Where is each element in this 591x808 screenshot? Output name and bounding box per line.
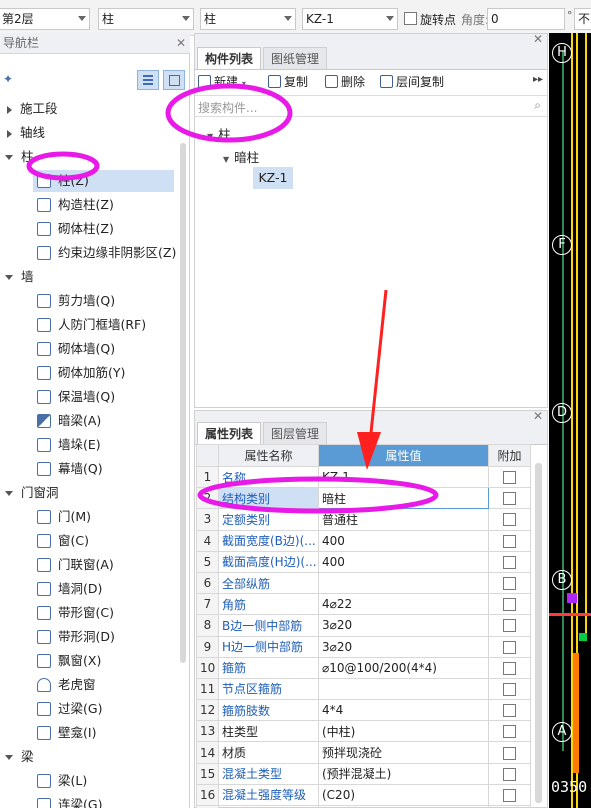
- annotation-arrow-head: [357, 432, 381, 470]
- annotation-overlay: [26, 83, 439, 514]
- annotation-ellipse-structure: [197, 476, 439, 514]
- annotation-arrow-shaft: [368, 289, 388, 443]
- annotation-ellipse-column: [26, 151, 100, 181]
- annotation-ellipse-search: [165, 83, 293, 143]
